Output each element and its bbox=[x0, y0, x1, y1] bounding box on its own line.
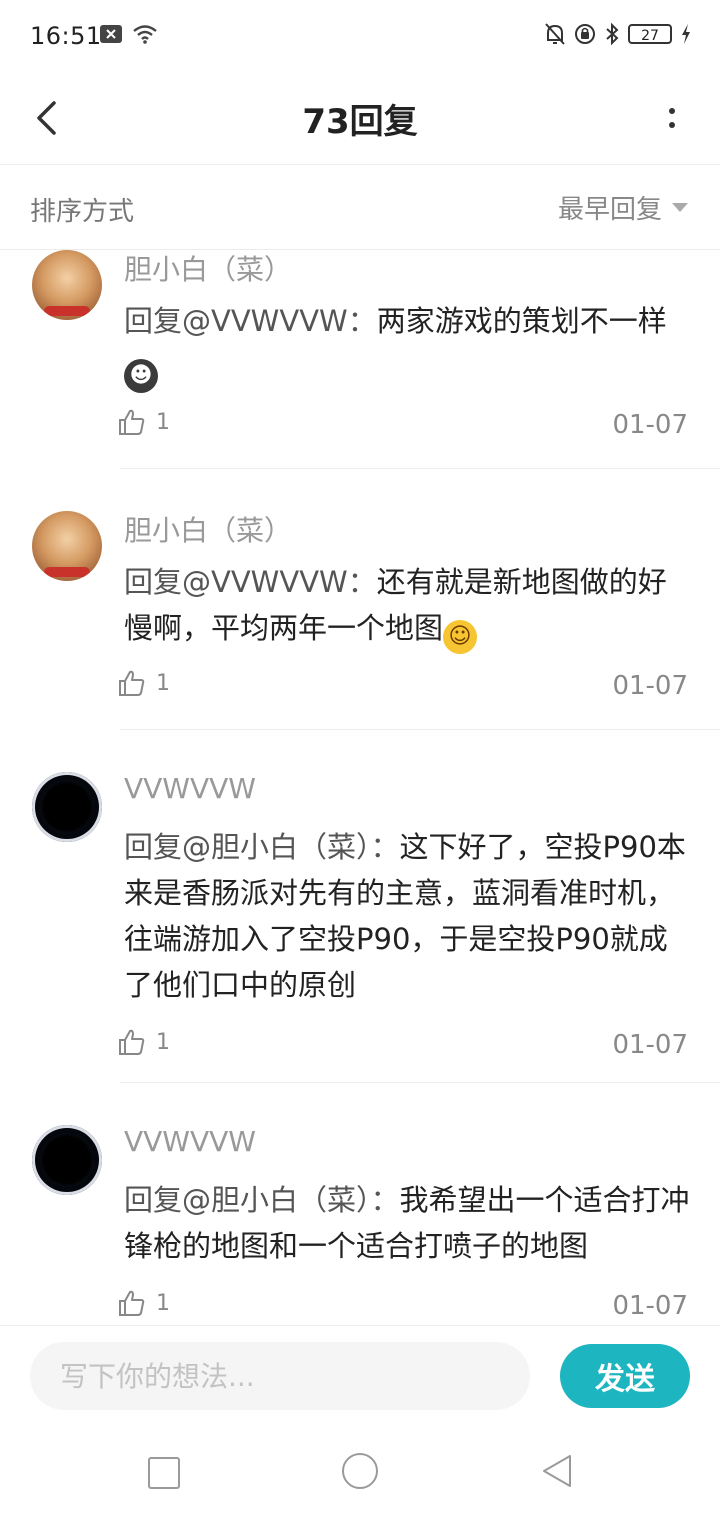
more-dot bbox=[669, 122, 675, 128]
home-icon[interactable] bbox=[342, 1453, 378, 1489]
send-button[interactable]: 发送 bbox=[560, 1344, 690, 1408]
sort-label: 排序方式 bbox=[30, 197, 135, 227]
comment-date: 01-07 bbox=[612, 410, 688, 440]
close-box-icon bbox=[100, 25, 122, 43]
status-right-icons: 27 bbox=[544, 22, 692, 46]
comment-author[interactable]: 胆小白（菜） bbox=[124, 509, 292, 549]
avatar[interactable] bbox=[32, 250, 102, 320]
divider bbox=[120, 1082, 720, 1083]
like-count: 1 bbox=[156, 409, 170, 435]
sort-dropdown[interactable]: 最早回复 bbox=[558, 189, 688, 226]
like-count: 1 bbox=[156, 670, 170, 696]
sweat-smile-emoji-icon: ☺ bbox=[443, 620, 478, 654]
reply-mention[interactable]: 回复@VVWVVW： bbox=[124, 304, 377, 338]
thumbs-up-icon bbox=[119, 409, 145, 435]
list-item: VVWVVW 回复@胆小白（菜）：我希望出一个适合打冲锋枪的地图和一个适合打喷子… bbox=[0, 1117, 720, 1325]
battery-icon: 27 bbox=[628, 24, 672, 44]
reply-list[interactable]: 胆小白（菜） 回复@VVWVVW：两家游戏的策划不一样☻ 1 01-07 胆小白… bbox=[0, 250, 720, 1325]
avatar[interactable] bbox=[32, 772, 102, 842]
like-button[interactable]: 1 bbox=[118, 669, 170, 697]
caret-down-icon bbox=[672, 203, 688, 212]
like-count: 1 bbox=[156, 1290, 170, 1316]
list-item: 胆小白（菜） 回复@VVWVVW：还有就是新地图做的好慢啊，平均两年一个地图 ☺ … bbox=[0, 503, 720, 721]
status-left-icons bbox=[100, 24, 158, 44]
header: 73回复 bbox=[0, 72, 720, 165]
comment-text: 回复@VVWVVW：还有就是新地图做的好慢啊，平均两年一个地图 ☺ bbox=[124, 559, 690, 654]
list-item: 胆小白（菜） 回复@VVWVVW：两家游戏的策划不一样 ☻ 1 01-07 bbox=[0, 250, 720, 460]
list-item: VVWVVW 回复@胆小白（菜）：这下好了，空投P90本来是香肠派对先有的主意，… bbox=[0, 764, 720, 1082]
sort-selected: 最早回复 bbox=[557, 195, 662, 225]
comment-author[interactable]: VVWVVW bbox=[124, 772, 256, 805]
recents-icon[interactable] bbox=[148, 1457, 180, 1489]
thumbs-up-icon bbox=[119, 1290, 145, 1316]
reply-mention[interactable]: 回复@胆小白（菜）： bbox=[124, 1183, 400, 1217]
comment-author[interactable]: 胆小白（菜） bbox=[124, 250, 292, 288]
comment-text: 回复@胆小白（菜）：这下好了，空投P90本来是香肠派对先有的主意，蓝洞看准时机，… bbox=[124, 824, 690, 1008]
reply-input-bar: 发送 bbox=[0, 1325, 720, 1426]
smile-emoji-icon: ☻ bbox=[124, 359, 158, 393]
like-count: 1 bbox=[156, 1029, 170, 1055]
avatar[interactable] bbox=[32, 1125, 102, 1195]
page-title: 73回复 bbox=[302, 102, 418, 142]
system-nav-bar bbox=[0, 1425, 720, 1520]
comment-date: 01-07 bbox=[612, 1030, 688, 1060]
reply-mention[interactable]: 回复@VVWVVW： bbox=[124, 565, 377, 599]
divider bbox=[120, 729, 720, 730]
bell-off-icon bbox=[545, 23, 565, 45]
comment-text: 回复@VVWVVW：两家游戏的策划不一样 ☻ bbox=[124, 298, 690, 393]
status-bar: 16:51 27 bbox=[0, 0, 720, 72]
more-vertical-icon bbox=[669, 108, 675, 114]
avatar[interactable] bbox=[32, 511, 102, 581]
comment-date: 01-07 bbox=[612, 671, 688, 701]
comment-date: 01-07 bbox=[612, 1291, 688, 1321]
wifi-icon bbox=[133, 25, 157, 44]
like-button[interactable]: 1 bbox=[118, 408, 170, 436]
divider bbox=[120, 468, 720, 469]
comment-text: 回复@胆小白（菜）：我希望出一个适合打冲锋枪的地图和一个适合打喷子的地图 bbox=[124, 1177, 690, 1269]
sort-bar: 排序方式 最早回复 bbox=[0, 165, 720, 250]
comment-content: 两家游戏的策划不一样 bbox=[376, 304, 667, 338]
back-triangle-icon[interactable] bbox=[540, 1453, 574, 1489]
battery-level: 27 bbox=[641, 28, 659, 44]
reply-input[interactable] bbox=[30, 1342, 530, 1410]
reply-mention[interactable]: 回复@胆小白（菜）： bbox=[124, 830, 400, 864]
charging-icon bbox=[682, 24, 690, 44]
bluetooth-icon bbox=[606, 22, 619, 46]
more-button[interactable] bbox=[660, 94, 684, 142]
thumbs-up-icon bbox=[119, 1029, 145, 1055]
like-button[interactable]: 1 bbox=[118, 1289, 170, 1317]
like-button[interactable]: 1 bbox=[118, 1028, 170, 1056]
status-time: 16:51 bbox=[30, 22, 102, 50]
alarm-icon bbox=[575, 24, 595, 44]
comment-author[interactable]: VVWVVW bbox=[124, 1125, 256, 1158]
thumbs-up-icon bbox=[119, 670, 145, 696]
